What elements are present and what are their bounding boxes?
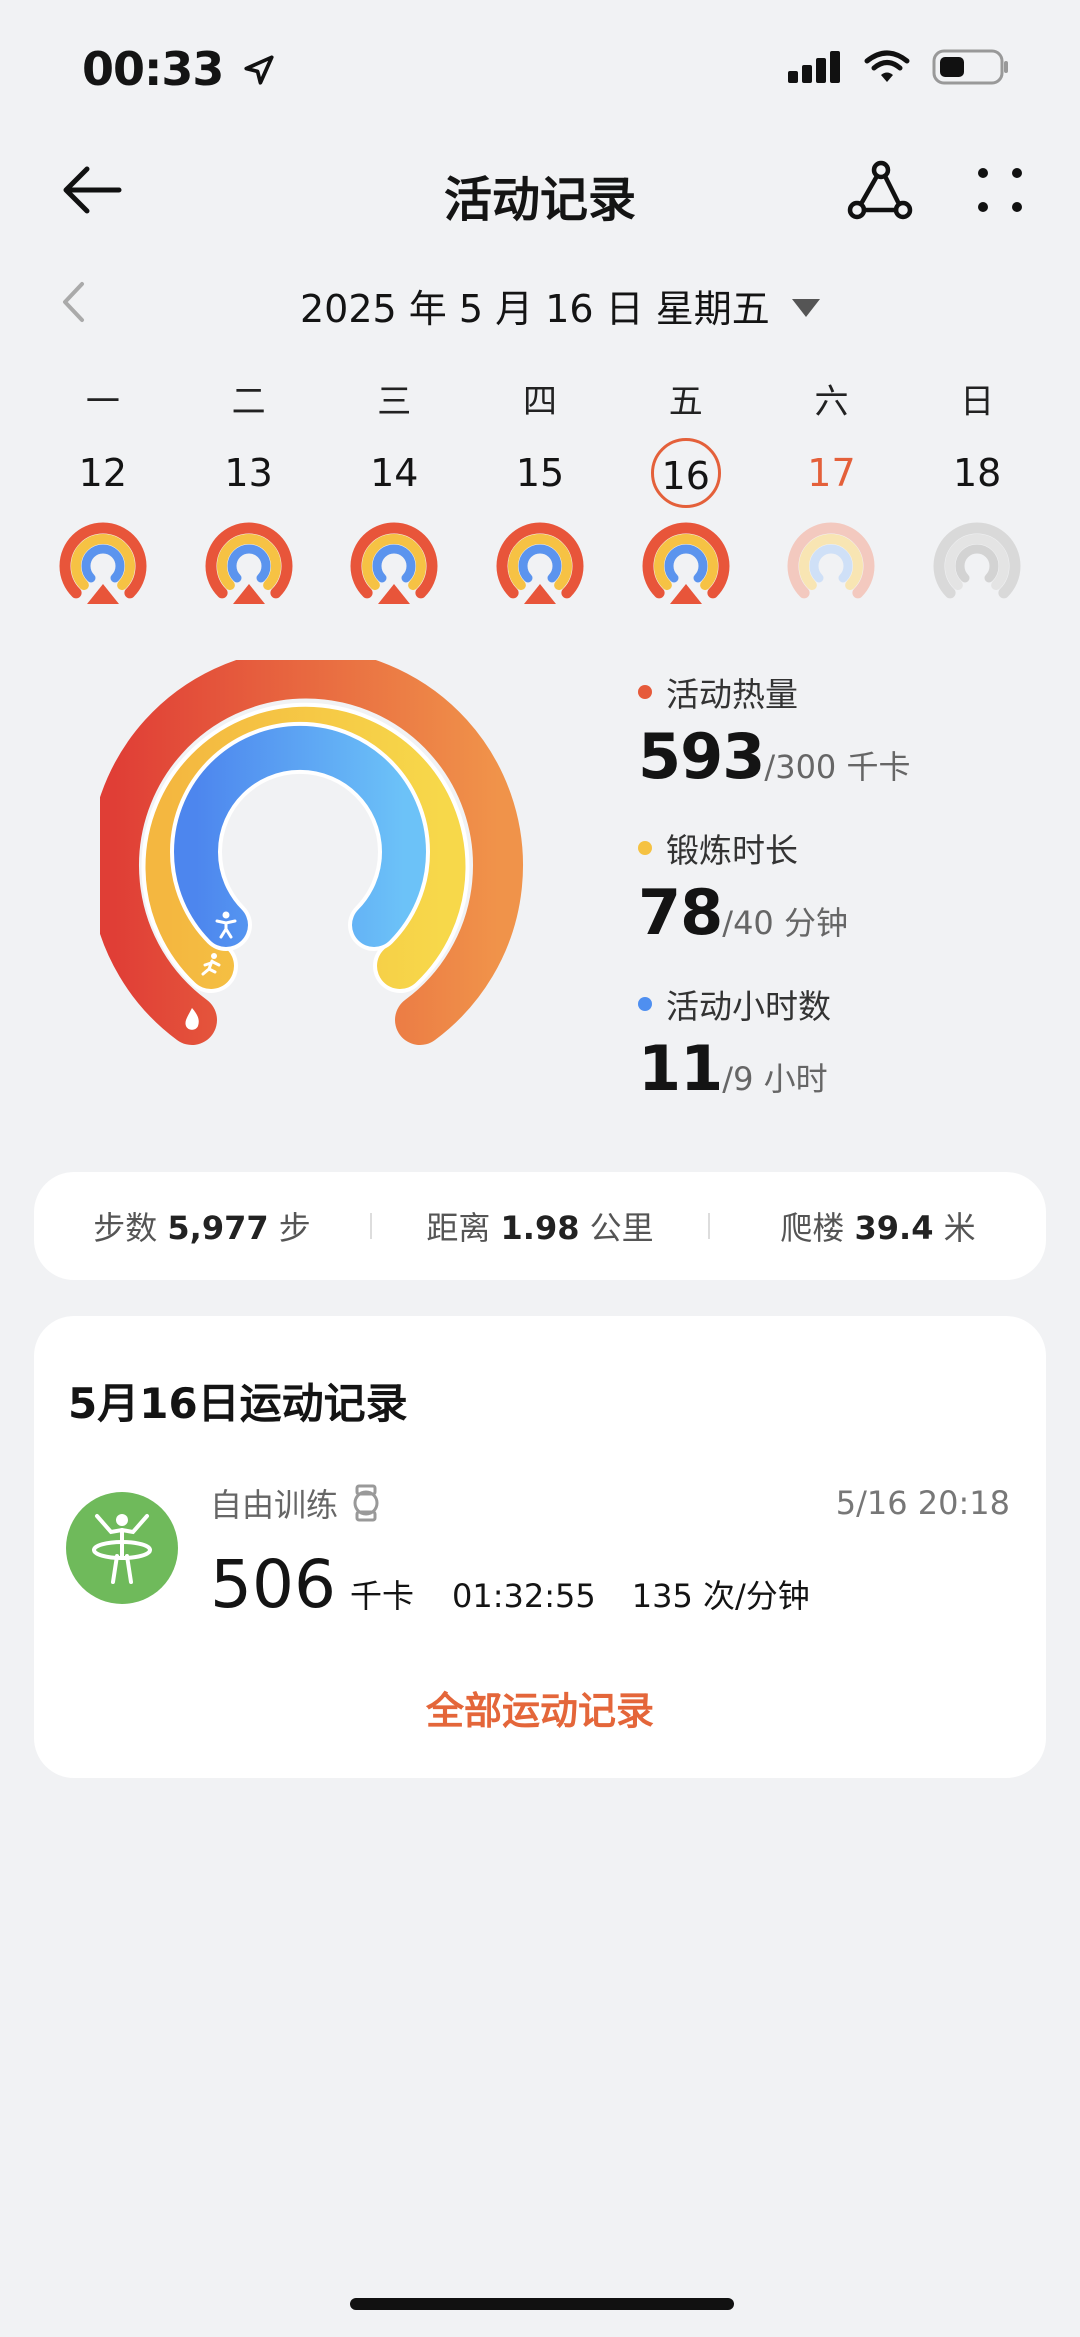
cellular-signal-icon bbox=[788, 51, 840, 83]
steps-summary: 步数 5,977 步 bbox=[93, 1209, 311, 1247]
workout-heart-rate: 135 次/分钟 bbox=[631, 1577, 810, 1615]
day-name: 三 bbox=[377, 382, 412, 422]
exercise-dot bbox=[638, 841, 652, 855]
workout-kcal-unit: 千卡 bbox=[349, 1577, 414, 1615]
metric-value: 11 bbox=[638, 1032, 723, 1105]
watch-icon bbox=[353, 1484, 379, 1522]
metric-label: 活动热量 bbox=[666, 675, 798, 714]
day-name: 二 bbox=[231, 382, 266, 422]
workout-section-title: 5月16日运动记录 bbox=[68, 1379, 408, 1428]
day-item[interactable]: 一 12 bbox=[30, 378, 176, 608]
week-strip: 一 12 二 13 三 14 四 15 五 16 六 17 日 18 bbox=[30, 378, 1050, 608]
metric-label: 锻炼时长 bbox=[666, 831, 798, 870]
day-activity-ring bbox=[348, 520, 440, 608]
day-number: 18 bbox=[952, 451, 1002, 495]
workout-records-card: 5月16日运动记录 自由训练 5/16 20:18 506 千卡 01:32:5… bbox=[34, 1316, 1046, 1778]
previous-date-button[interactable] bbox=[48, 272, 98, 332]
day-number-selected: 16 bbox=[650, 438, 721, 508]
metric-goal: /300 千卡 bbox=[764, 748, 911, 786]
day-item[interactable]: 四 15 bbox=[467, 378, 613, 608]
route-icon bbox=[847, 160, 913, 220]
metric-exercise-time: 锻炼时长 78/40 分钟 bbox=[638, 824, 848, 949]
active-hours-dot bbox=[638, 997, 652, 1011]
chevron-left-icon bbox=[63, 282, 84, 322]
dropdown-triangle-icon bbox=[791, 298, 820, 317]
date-selector[interactable]: 2025 年 5 月 16 日 星期五 bbox=[300, 278, 820, 333]
day-name: 日 bbox=[960, 382, 995, 422]
day-item[interactable]: 二 13 bbox=[176, 378, 322, 608]
activity-rings bbox=[89, 648, 560, 1064]
day-number: 13 bbox=[224, 451, 273, 495]
status-time: 00:33 bbox=[82, 42, 276, 96]
day-item[interactable]: 六 17 bbox=[759, 378, 905, 608]
workout-datetime: 5/16 20:18 bbox=[835, 1484, 1010, 1522]
day-activity-ring bbox=[494, 520, 586, 608]
workout-stats: 506 千卡 01:32:55 135 次/分钟 bbox=[210, 1546, 846, 1623]
all-records-link[interactable]: 全部运动记录 bbox=[34, 1680, 1046, 1735]
battery-icon bbox=[932, 49, 1008, 85]
location-arrow-icon bbox=[244, 55, 275, 85]
date-label: 2025 年 5 月 16 日 星期五 bbox=[300, 287, 770, 331]
wifi-icon bbox=[864, 50, 910, 82]
metric-value: 78 bbox=[638, 876, 723, 949]
metric-label: 活动小时数 bbox=[666, 987, 831, 1026]
day-item[interactable]: 三 14 bbox=[321, 378, 467, 608]
workout-entry[interactable]: 自由训练 bbox=[210, 1480, 380, 1526]
day-activity-ring bbox=[785, 520, 877, 608]
distance-summary: 距离 1.98 公里 bbox=[426, 1209, 654, 1247]
daily-summary-card: 步数 5,977 步 距离 1.98 公里 爬楼 39.4 米 bbox=[34, 1172, 1046, 1280]
day-activity-ring bbox=[57, 520, 149, 608]
day-number: 15 bbox=[515, 451, 565, 495]
day-name: 四 bbox=[523, 382, 558, 422]
day-item[interactable]: 日 18 bbox=[904, 378, 1050, 608]
more-dots-icon bbox=[978, 168, 1022, 212]
day-name: 六 bbox=[814, 382, 849, 422]
metric-goal: /9 小时 bbox=[722, 1060, 828, 1098]
workout-name: 自由训练 bbox=[210, 1486, 339, 1524]
route-button[interactable] bbox=[840, 150, 920, 230]
day-activity-ring bbox=[931, 520, 1023, 608]
day-item[interactable]: 五 16 bbox=[613, 378, 759, 608]
workout-kcal: 506 bbox=[210, 1546, 336, 1623]
day-activity-ring bbox=[640, 520, 732, 608]
free-training-icon[interactable] bbox=[66, 1492, 178, 1604]
day-name: 一 bbox=[85, 382, 120, 422]
calories-dot bbox=[638, 685, 652, 699]
day-activity-ring bbox=[203, 520, 295, 608]
metric-goal: /40 分钟 bbox=[722, 904, 848, 942]
more-options-button[interactable] bbox=[960, 150, 1040, 230]
day-number: 14 bbox=[370, 451, 419, 495]
metric-active-hours: 活动小时数 11/9 小时 bbox=[638, 980, 831, 1105]
floors-summary: 爬楼 39.4 米 bbox=[780, 1209, 976, 1247]
home-indicator bbox=[350, 2298, 734, 2310]
metric-calories: 活动热量 593/300 千卡 bbox=[638, 668, 910, 793]
day-number: 17 bbox=[807, 451, 856, 495]
metric-value: 593 bbox=[638, 720, 765, 793]
workout-duration: 01:32:55 bbox=[452, 1577, 596, 1615]
status-icons bbox=[786, 48, 1010, 86]
day-name: 五 bbox=[668, 382, 703, 422]
day-number: 12 bbox=[78, 451, 128, 495]
